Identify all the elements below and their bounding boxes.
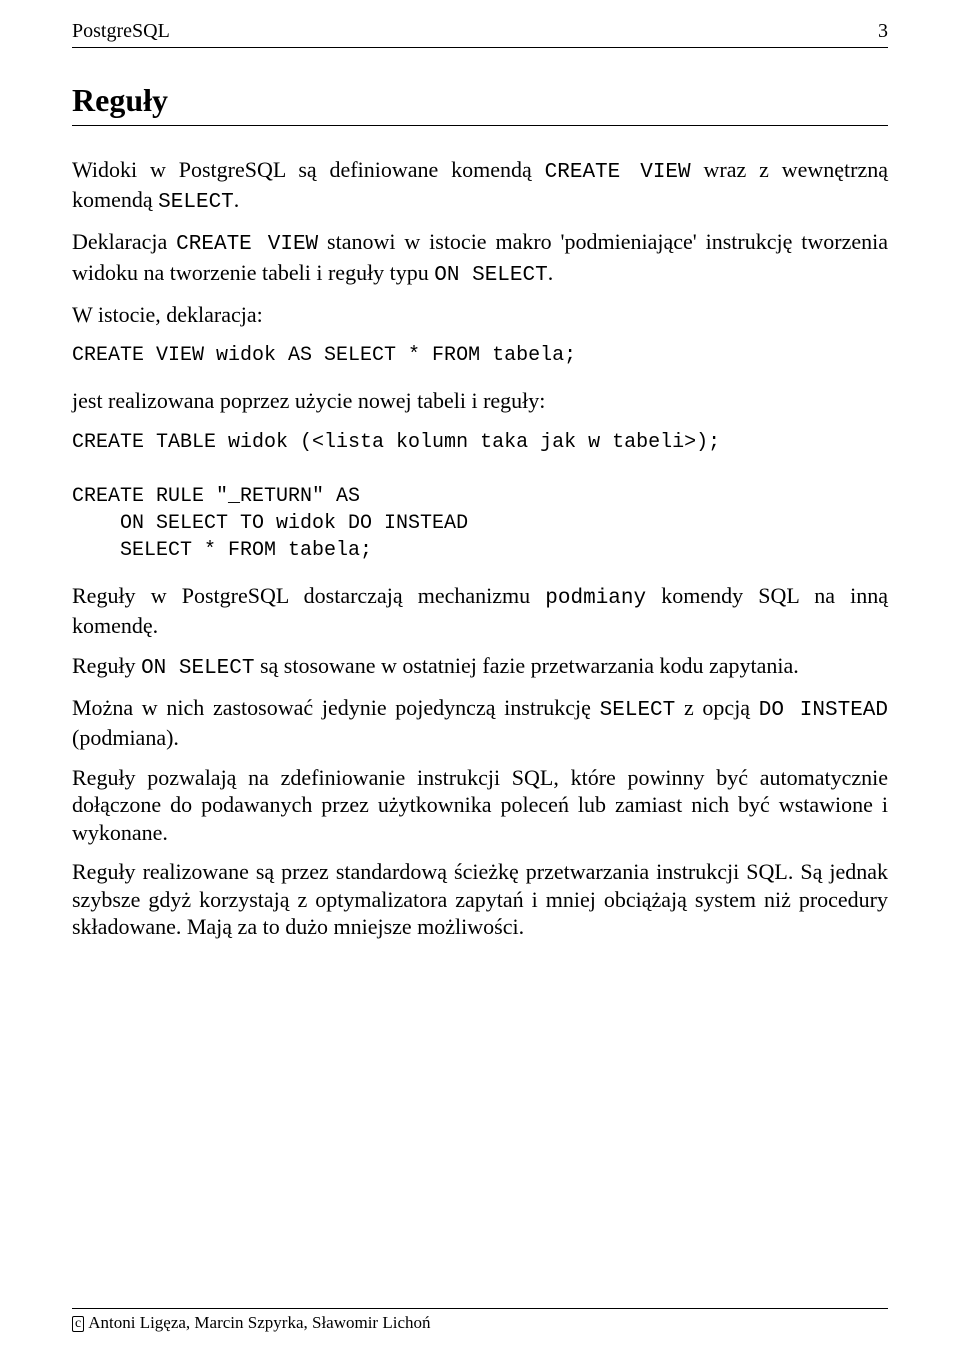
code-block-1: CREATE VIEW widok AS SELECT * FROM tabel… xyxy=(72,342,888,369)
paragraph-8: Reguły pozwalają na zdefiniowanie instru… xyxy=(72,764,888,847)
keyword-on-select: ON SELECT xyxy=(141,657,254,680)
text: z opcją xyxy=(675,695,759,720)
page-header: PostgreSQL 3 xyxy=(72,20,888,48)
text: Można w nich zastosować jedynie pojedync… xyxy=(72,695,600,720)
text: Deklaracja xyxy=(72,229,176,254)
paragraph-9: Reguły realizowane są przez standardową … xyxy=(72,858,888,941)
page-number: 3 xyxy=(878,20,888,43)
text: Reguły w PostgreSQL dostarczają mechaniz… xyxy=(72,583,545,608)
header-left: PostgreSQL xyxy=(72,20,170,43)
keyword-do-instead: DO INSTEAD xyxy=(759,699,888,722)
copyright-icon: c xyxy=(72,1316,84,1332)
paragraph-2: Deklaracja CREATE VIEW stanowi w istocie… xyxy=(72,228,888,289)
keyword-create-view: CREATE VIEW xyxy=(545,161,691,184)
footer-text: Antoni Ligęza, Marcin Szpyrka, Sławomir … xyxy=(88,1313,430,1332)
keyword-podmiany: podmiany xyxy=(545,587,646,610)
text: . xyxy=(234,187,240,212)
paragraph-7: Można w nich zastosować jedynie pojedync… xyxy=(72,694,888,752)
paragraph-1: Widoki w PostgreSQL są definiowane komen… xyxy=(72,156,888,217)
keyword-on-select: ON SELECT xyxy=(434,264,547,287)
page: PostgreSQL 3 Reguły Widoki w PostgreSQL … xyxy=(0,0,960,1357)
section-title: Reguły xyxy=(72,82,888,119)
text: . xyxy=(548,260,554,285)
paragraph-6: Reguły ON SELECT są stosowane w ostatnie… xyxy=(72,652,888,682)
paragraph-3: W istocie, deklaracja: xyxy=(72,301,888,329)
text: Reguły xyxy=(72,653,141,678)
paragraph-4: jest realizowana poprzez użycie nowej ta… xyxy=(72,387,888,415)
text: (podmiana). xyxy=(72,725,179,750)
text: są stosowane w ostatniej fazie przetwarz… xyxy=(254,653,798,678)
keyword-select: SELECT xyxy=(600,699,676,722)
page-footer: cAntoni Ligęza, Marcin Szpyrka, Sławomir… xyxy=(72,1308,888,1333)
keyword-select: SELECT xyxy=(158,191,234,214)
text: Widoki w PostgreSQL są definiowane komen… xyxy=(72,157,545,182)
code-block-2: CREATE TABLE widok (<lista kolumn taka j… xyxy=(72,429,888,564)
paragraph-5: Reguły w PostgreSQL dostarczają mechaniz… xyxy=(72,582,888,640)
section-rule xyxy=(72,125,888,126)
keyword-create-view: CREATE VIEW xyxy=(176,233,318,256)
